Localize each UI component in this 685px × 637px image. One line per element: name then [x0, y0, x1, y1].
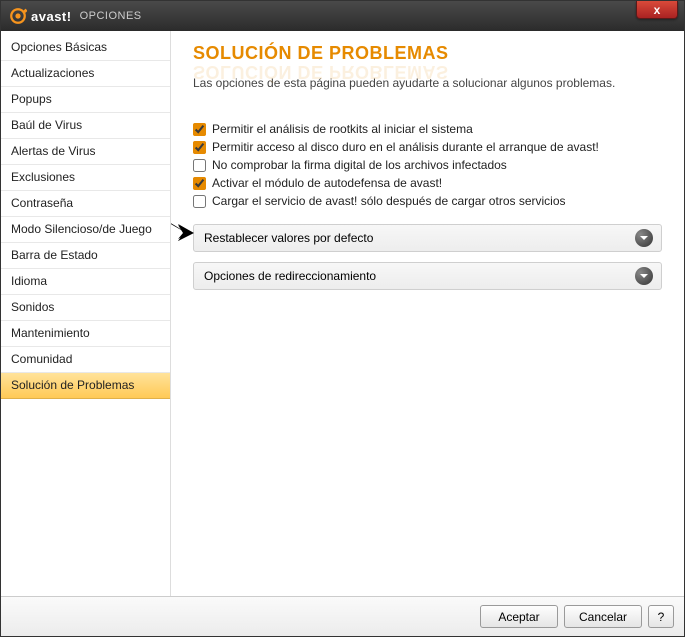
footer: Aceptar Cancelar ?	[1, 596, 684, 636]
expander[interactable]: Opciones de redireccionamiento	[193, 262, 662, 290]
sidebar-item[interactable]: Comunidad	[1, 347, 170, 373]
checkbox[interactable]	[193, 159, 206, 172]
cancel-button[interactable]: Cancelar	[564, 605, 642, 628]
sidebar: Opciones BásicasActualizacionesPopupsBaú…	[1, 31, 171, 596]
avast-icon	[9, 7, 27, 25]
checkbox-row: Permitir el análisis de rootkits al inic…	[193, 120, 662, 138]
checkbox-row: Permitir acceso al disco duro en el anál…	[193, 138, 662, 156]
checkbox[interactable]	[193, 195, 206, 208]
options-window: avast! OPCIONES x Opciones BásicasActual…	[0, 0, 685, 637]
chevron-down-icon	[635, 229, 653, 247]
checkbox-label[interactable]: No comprobar la firma digital de los arc…	[212, 158, 507, 172]
checkbox-label[interactable]: Cargar el servicio de avast! sólo despué…	[212, 194, 566, 208]
help-button[interactable]: ?	[648, 605, 674, 628]
sidebar-item[interactable]: Alertas de Virus	[1, 139, 170, 165]
sidebar-item[interactable]: Mantenimiento	[1, 321, 170, 347]
sidebar-item[interactable]: Idioma	[1, 269, 170, 295]
sidebar-item[interactable]: Exclusiones	[1, 165, 170, 191]
sidebar-item[interactable]: Contraseña	[1, 191, 170, 217]
ok-button[interactable]: Aceptar	[480, 605, 558, 628]
sidebar-item[interactable]: Popups	[1, 87, 170, 113]
sidebar-item[interactable]: Modo Silencioso/de Juego	[1, 217, 170, 243]
sidebar-item[interactable]: Opciones Básicas	[1, 35, 170, 61]
checkbox-label[interactable]: Activar el módulo de autodefensa de avas…	[212, 176, 442, 190]
checkbox-row: No comprobar la firma digital de los arc…	[193, 156, 662, 174]
checkbox-label[interactable]: Permitir acceso al disco duro en el anál…	[212, 140, 599, 154]
page-description: Las opciones de esta página pueden ayuda…	[193, 76, 662, 90]
checkbox[interactable]	[193, 177, 206, 190]
checkbox-label[interactable]: Permitir el análisis de rootkits al inic…	[212, 122, 473, 136]
chevron-down-icon	[635, 267, 653, 285]
expander[interactable]: Restablecer valores por defecto	[193, 224, 662, 252]
body: Opciones BásicasActualizacionesPopupsBaú…	[1, 31, 684, 596]
close-button[interactable]: x	[636, 1, 678, 19]
expander-label: Restablecer valores por defecto	[204, 231, 373, 245]
window-title: OPCIONES	[80, 10, 142, 22]
expander-label: Opciones de redireccionamiento	[204, 269, 376, 283]
brand-logo: avast!	[9, 7, 72, 25]
sidebar-item[interactable]: Actualizaciones	[1, 61, 170, 87]
checkbox[interactable]	[193, 123, 206, 136]
annotation-arrow-icon	[171, 215, 195, 245]
checkbox-row: Activar el módulo de autodefensa de avas…	[193, 174, 662, 192]
sidebar-item[interactable]: Barra de Estado	[1, 243, 170, 269]
checkbox-group: Permitir el análisis de rootkits al inic…	[193, 120, 662, 210]
checkbox[interactable]	[193, 141, 206, 154]
sidebar-item[interactable]: Solución de Problemas	[1, 373, 170, 399]
page-title: SOLUCIÓN DE PROBLEMAS	[193, 43, 662, 64]
checkbox-row: Cargar el servicio de avast! sólo despué…	[193, 192, 662, 210]
sidebar-item[interactable]: Baúl de Virus	[1, 113, 170, 139]
brand-text: avast!	[31, 9, 72, 24]
content-panel: SOLUCIÓN DE PROBLEMAS SOLUCIÓN DE PROBLE…	[171, 31, 684, 596]
sidebar-item[interactable]: Sonidos	[1, 295, 170, 321]
titlebar: avast! OPCIONES x	[1, 1, 684, 31]
